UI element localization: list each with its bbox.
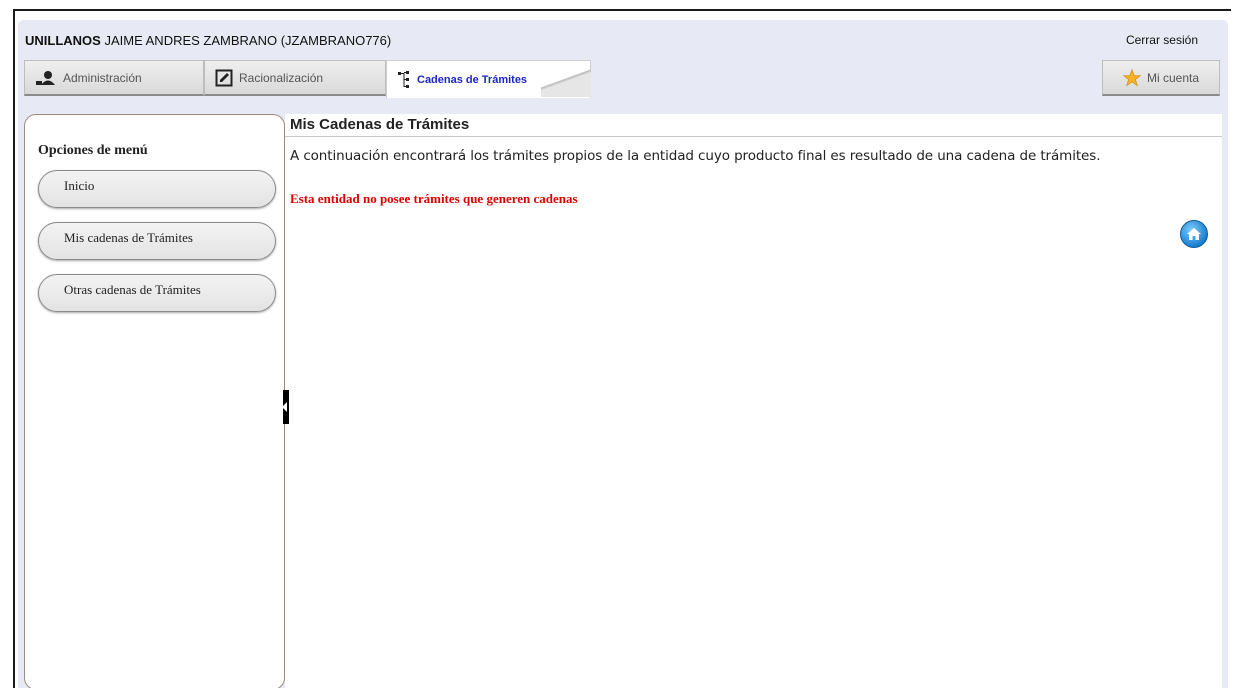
tree-icon xyxy=(398,70,409,88)
home-button[interactable] xyxy=(1180,220,1208,248)
tab-racionalizacion-label: Racionalización xyxy=(239,70,324,85)
page-description: A continuación encontrará los trámites p… xyxy=(290,148,1101,164)
tab-administracion[interactable]: Administración xyxy=(24,60,204,96)
admin-user-icon xyxy=(36,70,55,85)
tab-cadenas[interactable]: Cadenas de Trámites xyxy=(386,60,591,98)
home-icon xyxy=(1187,228,1201,240)
tab-administracion-label: Administración xyxy=(63,70,142,85)
user-name: JAIME ANDRES ZAMBRANO (JZAMBRANO776) xyxy=(100,33,392,48)
sidebar-title: Opciones de menú xyxy=(38,143,148,158)
tab-racionalizacion[interactable]: Racionalización xyxy=(204,60,386,96)
right-border xyxy=(1222,114,1228,688)
sidebar-item-mis-cadenas[interactable]: Mis cadenas de Trámites xyxy=(38,222,276,260)
tab-mi-cuenta-label: Mi cuenta xyxy=(1146,70,1200,85)
chevron-left-icon xyxy=(282,402,287,412)
title-divider xyxy=(285,136,1222,137)
sidebar-item-inicio[interactable]: Inicio xyxy=(38,170,276,208)
sidebar-collapse-handle[interactable] xyxy=(282,390,289,424)
star-icon xyxy=(1122,68,1141,86)
no-chains-warning: Esta entidad no posee trámites que gener… xyxy=(290,191,578,206)
sidebar-item-otras-cadenas[interactable]: Otras cadenas de Trámites xyxy=(38,274,276,312)
tab-mi-cuenta[interactable]: Mi cuenta xyxy=(1102,60,1220,96)
user-info: UNILLANOS JAIME ANDRES ZAMBRANO (JZAMBRA… xyxy=(25,33,391,48)
tab-cadenas-label: Cadenas de Trámites xyxy=(417,73,528,86)
edit-icon xyxy=(215,69,233,86)
logout-link[interactable]: Cerrar sesión xyxy=(1126,33,1198,47)
org-name: UNILLANOS xyxy=(25,33,101,48)
page-title: Mis Cadenas de Trámites xyxy=(290,116,470,133)
